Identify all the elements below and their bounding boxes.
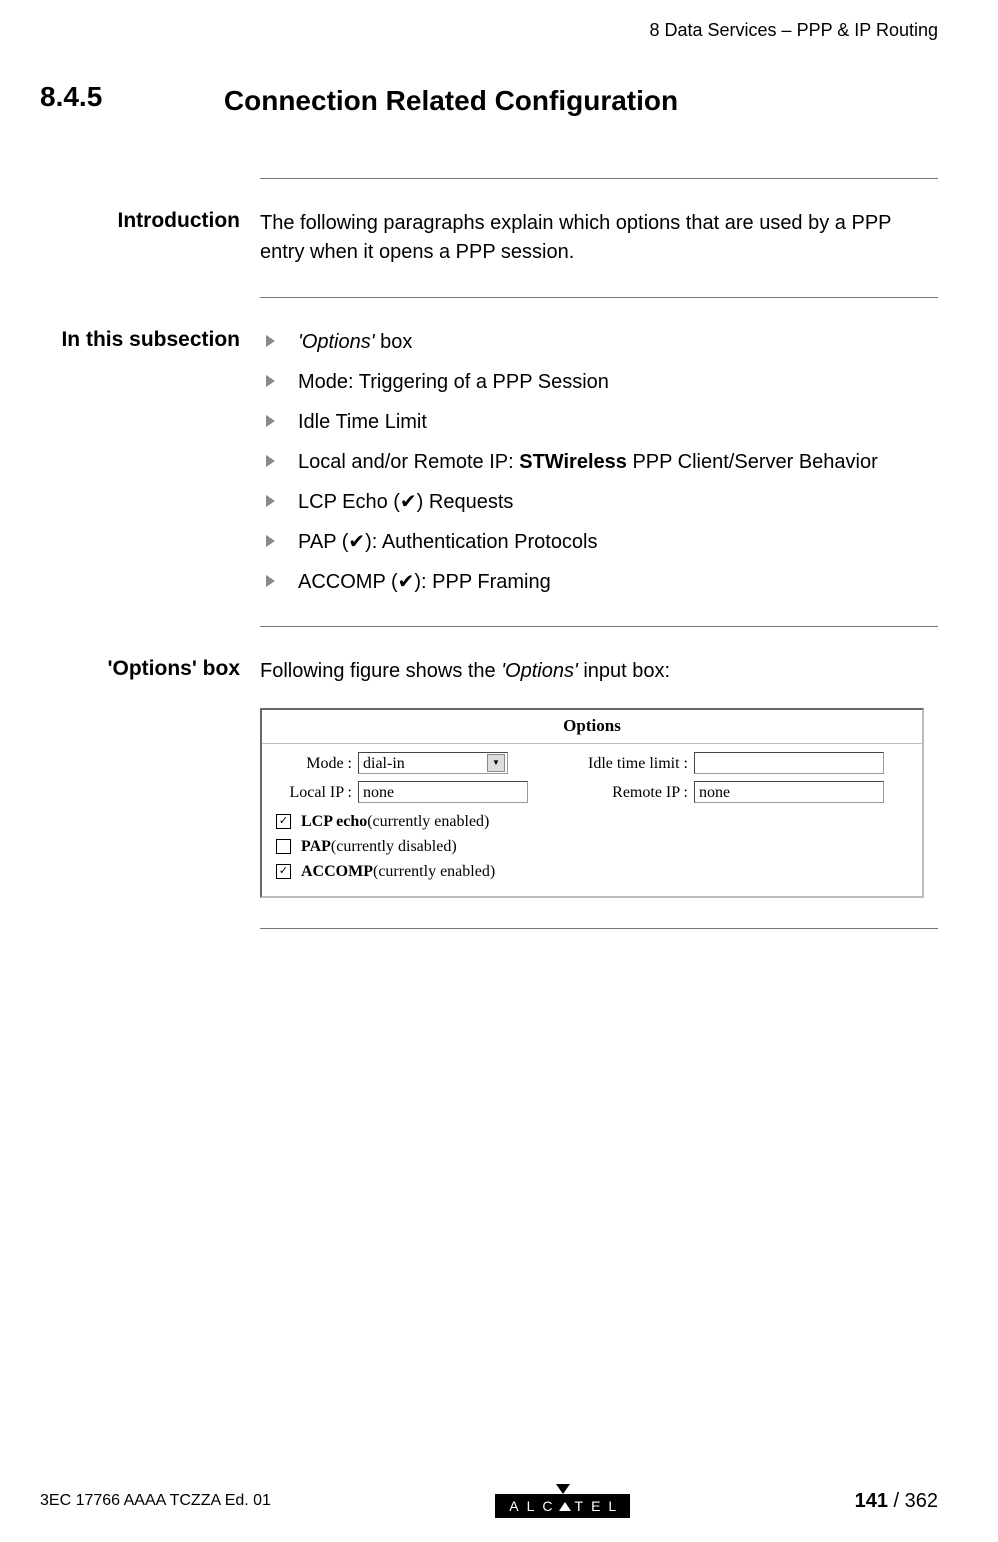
list-item-emph: 'Options': [298, 331, 375, 353]
list-item: Local and/or Remote IP: STWireless PPP C…: [260, 448, 938, 476]
section-heading: 8.4.5 Connection Related Configuration: [40, 81, 938, 118]
list-item-text: box: [375, 331, 413, 353]
accomp-status: (currently enabled): [373, 863, 495, 880]
page-total: 362: [905, 1490, 938, 1512]
list-item-text: Local and/or Remote IP:: [298, 451, 519, 473]
logo-text-pre: ALC: [509, 1498, 560, 1514]
label-in-this-subsection: In this subsection: [40, 328, 240, 352]
alcatel-logo: ALC TEL: [478, 1484, 648, 1518]
mode-label: Mode :: [272, 752, 358, 775]
options-figure-title: Options: [262, 710, 922, 744]
options-intro-post: input box:: [578, 660, 670, 682]
lcp-echo-checkbox[interactable]: [276, 814, 291, 829]
local-ip-input[interactable]: none: [358, 781, 528, 803]
remote-ip-label: Remote IP :: [538, 781, 694, 804]
idle-time-label: Idle time limit :: [538, 752, 694, 775]
list-item: LCP Echo (✔) Requests: [260, 488, 938, 516]
divider: [260, 928, 938, 929]
label-introduction: Introduction: [40, 209, 240, 233]
divider: [260, 178, 938, 179]
options-intro-emph: 'Options': [501, 660, 578, 682]
accomp-label: ACCOMP: [301, 863, 373, 880]
options-figure: Options Mode : dial-in ▼ Idle time limit…: [260, 708, 924, 898]
local-ip-label: Local IP :: [272, 781, 358, 804]
remote-ip-input[interactable]: none: [694, 781, 884, 803]
section-number: 8.4.5: [40, 81, 215, 113]
divider: [260, 297, 938, 298]
mode-value: dial-in: [363, 752, 405, 775]
label-options-box: 'Options' box: [40, 657, 240, 681]
page-current: 141: [855, 1490, 888, 1512]
triangle-down-icon: [556, 1484, 570, 1494]
doc-id: 3EC 17766 AAAA TCZZA Ed. 01: [40, 1492, 271, 1510]
subsection-list: 'Options' box Mode: Triggering of a PPP …: [260, 328, 938, 596]
lcp-echo-status: (currently enabled): [367, 813, 489, 830]
running-header: 8 Data Services – PPP & IP Routing: [40, 20, 938, 41]
list-item: Idle Time Limit: [260, 408, 938, 436]
lcp-echo-label: LCP echo: [301, 813, 367, 830]
page-number: 141 / 362: [855, 1490, 938, 1513]
list-item: Mode: Triggering of a PPP Session: [260, 368, 938, 396]
dropdown-arrow-icon[interactable]: ▼: [487, 754, 505, 772]
logo-text-post: TEL: [575, 1498, 625, 1514]
options-intro-pre: Following figure shows the: [260, 660, 501, 682]
list-item-text: PPP Client/Server Behavior: [627, 451, 878, 473]
accomp-checkbox[interactable]: [276, 864, 291, 879]
list-item: PAP (✔): Authentication Protocols: [260, 528, 938, 556]
idle-time-input[interactable]: [694, 752, 884, 774]
page-footer: 3EC 17766 AAAA TCZZA Ed. 01 ALC TEL 141 /…: [40, 1484, 938, 1518]
triangle-up-icon: [559, 1502, 571, 1511]
list-item: ACCOMP (✔): PPP Framing: [260, 568, 938, 596]
introduction-text: The following paragraphs explain which o…: [260, 209, 938, 267]
pap-checkbox[interactable]: [276, 839, 291, 854]
divider: [260, 626, 938, 627]
mode-select[interactable]: dial-in ▼: [358, 752, 508, 774]
section-title: Connection Related Configuration: [224, 85, 678, 117]
list-item: 'Options' box: [260, 328, 938, 356]
pap-status: (currently disabled): [331, 838, 457, 855]
list-item-bold: STWireless: [519, 451, 627, 473]
pap-label: PAP: [301, 838, 331, 855]
